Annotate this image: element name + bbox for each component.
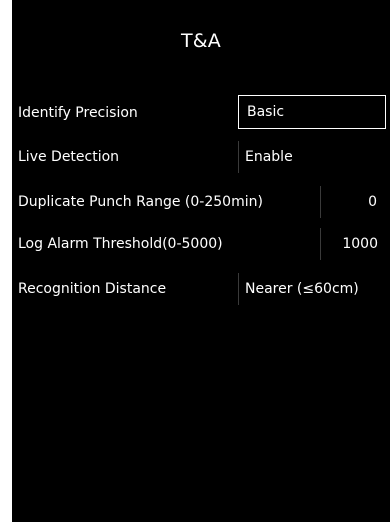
device-screen: T&A Identify Precision Basic Live Detect… [0,0,390,530]
duplicate-punch-range-value[interactable]: 0 [328,183,377,221]
setting-row-duplicate-punch-range[interactable]: Duplicate Punch Range (0-250min) 0 [12,183,390,221]
setting-label: Identify Precision [18,105,138,121]
log-alarm-threshold-value[interactable]: 1000 [328,225,378,263]
setting-label: Recognition Distance [18,281,167,297]
recognition-distance-value[interactable]: Nearer (≤60cm) [245,270,359,308]
row-divider [320,228,321,260]
settings-panel: T&A Identify Precision Basic Live Detect… [12,0,390,522]
setting-label: Log Alarm Threshold(0-5000) [18,236,223,252]
setting-row-live-detection[interactable]: Live Detection Enable [12,138,390,176]
row-divider [238,273,239,305]
page-title: T&A [180,30,222,52]
setting-row-identify-precision[interactable]: Identify Precision Basic [12,94,390,132]
setting-value: Basic [247,104,285,120]
setting-row-recognition-distance[interactable]: Recognition Distance Nearer (≤60cm) [12,270,390,308]
setting-label: Duplicate Punch Range (0-250min) [18,194,263,210]
setting-label: Live Detection [18,149,120,165]
identify-precision-select[interactable]: Basic [238,95,386,129]
setting-row-log-alarm-threshold[interactable]: Log Alarm Threshold(0-5000) 1000 [12,225,390,263]
row-divider [320,186,321,218]
live-detection-value[interactable]: Enable [245,138,293,176]
row-divider [238,141,239,173]
